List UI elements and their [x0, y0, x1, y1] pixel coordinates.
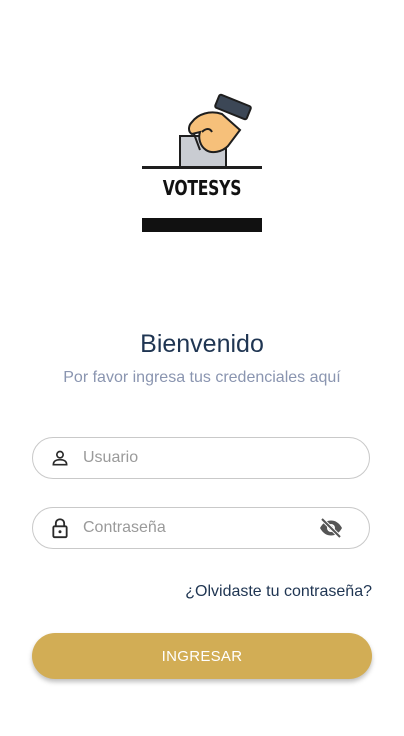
username-input[interactable]	[83, 438, 369, 478]
username-field[interactable]	[32, 437, 370, 479]
ballot-box-hand-icon	[142, 93, 262, 232]
lock-icon	[49, 517, 71, 539]
welcome-subtitle: Por favor ingresa tus credenciales aquí	[63, 369, 341, 386]
welcome-title: Bienvenido	[140, 330, 264, 358]
login-button[interactable]: INGRESAR	[32, 633, 372, 679]
password-input[interactable]	[83, 508, 317, 548]
eye-off-icon[interactable]	[317, 517, 345, 539]
person-icon	[49, 447, 71, 469]
password-field[interactable]	[32, 507, 370, 549]
logo-text: VOTESYS	[162, 176, 242, 200]
forgot-password-link[interactable]: ¿Olvidaste tu contraseña?	[185, 583, 372, 601]
